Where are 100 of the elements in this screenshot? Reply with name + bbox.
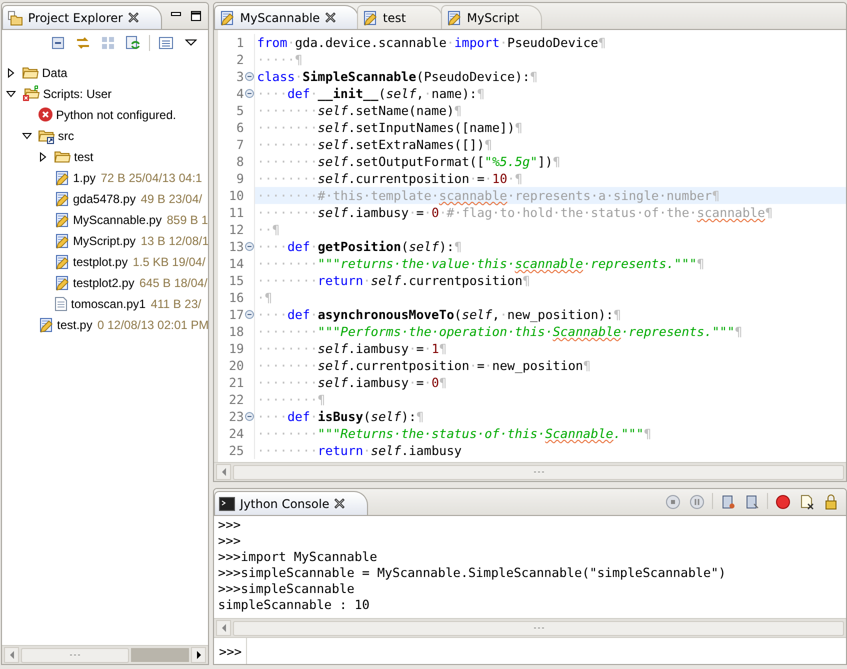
line-number: 23 [228,409,244,424]
line-number: 24 [228,426,244,441]
line-number: 16 [228,290,244,305]
line-number: 2 [235,52,244,67]
code-line: ········self.iambusy·=·0¶ [254,374,846,391]
scroll-left-icon[interactable] [10,651,14,659]
code-line: ········self.setExtraNames([])¶ [254,136,846,153]
fold-icon[interactable] [244,89,254,98]
code-line: ····def·isBusy(self):¶ [254,408,846,425]
line-number: 10 [228,188,244,203]
clear-console-icon[interactable] [798,493,816,511]
line-number: 6 [235,120,244,135]
scroll-left-icon[interactable] [222,624,226,632]
fold-icon[interactable] [244,242,254,251]
collapse-all-icon[interactable] [49,34,67,52]
list-view-icon[interactable] [157,34,175,52]
console-output-line: >>>simpleScannable [218,581,356,597]
console-output-line: >>>import MyScannable [218,549,378,565]
refresh-icon[interactable] [124,34,142,52]
code-line: ········self.iambusy·=·0·#·flag·to·hold·the·status·of·the·scannable¶ [254,204,846,221]
line-number: 7 [235,137,244,152]
tree-item-label[interactable]: test [74,150,94,164]
tree-item-label[interactable]: MyScannable.py [73,212,162,226]
line-number: 3 [235,69,244,84]
scroll-right-icon[interactable] [196,651,200,659]
horizontal-scrollbar[interactable] [2,645,208,664]
python-file-icon [54,190,70,206]
line-number: 9 [235,171,244,186]
tree-item-label[interactable]: Scripts: User [43,86,112,100]
line-number: 4 [235,86,244,101]
file-info: 1.5 KB 19/04/ [132,254,206,268]
close-icon[interactable] [334,498,346,509]
error-icon [38,107,53,122]
line-number: 19 [228,341,244,356]
code-line: ········self.setName(name)¶ [254,102,846,119]
fold-icon[interactable] [244,310,254,319]
python-file-icon [219,10,235,26]
tree-item-label[interactable]: testplot.py [73,254,128,268]
console-prompt: >>> [218,644,243,658]
python-file-icon [54,212,70,228]
horizontal-scrollbar[interactable] [214,462,846,481]
python-file-icon [38,316,54,332]
editor-tab[interactable]: MyScannable [214,5,359,29]
close-icon[interactable] [324,12,336,23]
tree-item-label[interactable]: testplot2.py [73,276,134,290]
tree-item-label[interactable]: test.py [57,318,92,332]
tree-item-label[interactable]: 1.py [73,170,96,184]
line-number: 12 [228,222,244,237]
code-line: ········return·self.currentposition¶ [254,272,846,289]
folder-icon [54,149,71,164]
tree-item-label[interactable]: Python not configured. [56,108,176,122]
code-line: ·····¶ [254,51,846,68]
folder-icon [22,65,39,80]
code-line: ········"""Returns·the·status·of·this·Scannable."""¶ [254,425,846,442]
code-line: from·gda.device.scannable·import·PseudoDevice¶ [254,34,846,51]
scroll-left-icon[interactable] [222,468,226,476]
console-output-line: >>> [218,517,242,533]
maximize-icon[interactable] [190,10,202,22]
view-tab[interactable]: Project Explorer [2,5,162,29]
project-explorer-icon [7,10,23,26]
console-output-line: >>>simpleScannable = MyScannable.SimpleScannable("simpleScannable") [218,565,727,581]
code-line: ········self.setInputNames([name])¶ [254,119,846,136]
python-file-icon [54,274,70,290]
python-file-icon [446,10,462,26]
tree-item-label[interactable]: Data [42,66,68,80]
code-line: ········return·self.iambusy [254,442,846,459]
fold-icon[interactable] [244,72,254,81]
pause-icon[interactable] [688,493,706,511]
code-line: ········"""returns·the·value·this·scannable·represents."""¶ [254,255,846,272]
line-number: 11 [228,205,244,220]
tree-item-label[interactable]: gda5478.py [73,192,136,206]
close-icon[interactable] [128,12,139,23]
line-number: 8 [235,154,244,169]
editor-tab[interactable]: test [356,5,443,29]
python-file-icon [54,232,70,248]
code-line: ····def·getPosition(self):¶ [254,238,846,255]
code-line: class·SimpleScannable(PseudoDevice):¶ [254,68,846,85]
line-number: 13 [228,239,244,254]
python-file-icon [54,170,70,186]
fold-icon[interactable] [244,412,254,421]
stop-icon[interactable] [664,493,682,511]
line-number: 5 [235,103,244,118]
view-tab[interactable]: Jython Console [214,491,368,515]
file-info: 0 12/08/13 02:01 PM [97,318,208,332]
horizontal-scrollbar[interactable] [214,618,846,637]
tree-item-label[interactable]: tomoscan.py1 [71,296,146,310]
file-info: 72 B 25/04/13 04:1 [100,170,202,184]
line-number: 14 [228,256,244,271]
file-info: 645 B 18/04/ [139,276,208,290]
python-file-icon [362,10,378,26]
record-icon[interactable] [774,493,792,511]
python-file-icon [54,254,70,270]
code-line: ········¶ [254,391,846,408]
tree-item-label[interactable]: MyScript.py [73,234,136,248]
code-line: ········self.setOutputFormat(["%5.5g"])¶ [254,153,846,170]
code-line: ········self.iambusy·=·1¶ [254,340,846,357]
editor-tab[interactable]: MyScript [440,5,542,29]
code-line: ········self.currentposition·=·new_position¶ [254,357,846,374]
tree-item-label[interactable]: src [58,128,74,142]
line-number: 18 [228,324,244,339]
